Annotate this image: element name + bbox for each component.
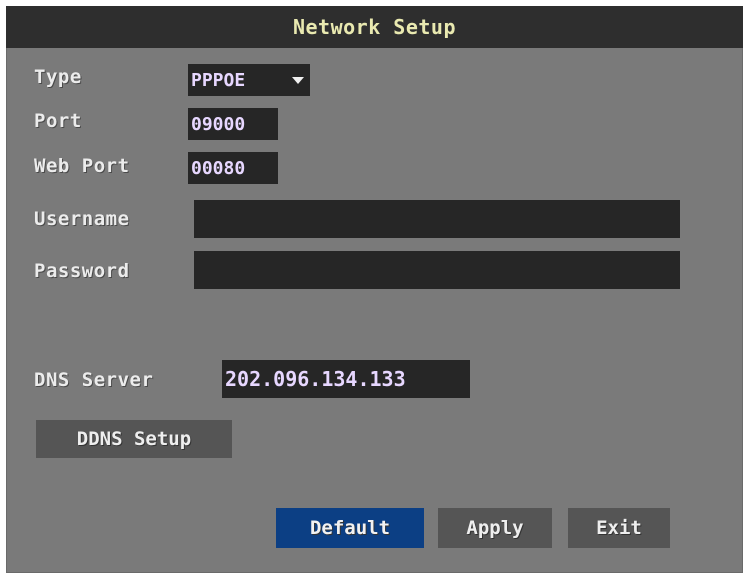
apply-button[interactable]: Apply bbox=[438, 508, 552, 548]
default-button[interactable]: Default bbox=[276, 508, 424, 548]
type-label: Type bbox=[34, 66, 82, 88]
password-label: Password bbox=[34, 260, 130, 282]
network-setup-dialog: Network Setup Type PPPOE Port 09000 Web … bbox=[6, 6, 743, 573]
ddns-setup-button[interactable]: DDNS Setup bbox=[36, 420, 232, 458]
username-label: Username bbox=[34, 208, 130, 230]
dialog-title: Network Setup bbox=[292, 15, 457, 39]
chevron-down-icon[interactable] bbox=[292, 77, 304, 84]
port-input[interactable]: 09000 bbox=[188, 108, 278, 140]
type-select[interactable]: PPPOE bbox=[188, 64, 310, 96]
type-select-value: PPPOE bbox=[191, 69, 246, 91]
exit-button[interactable]: Exit bbox=[568, 508, 670, 548]
web-port-label: Web Port bbox=[34, 155, 130, 177]
title-bar: Network Setup bbox=[6, 6, 743, 48]
port-label: Port bbox=[34, 110, 82, 132]
port-value: 09000 bbox=[191, 113, 246, 135]
dns-server-input[interactable]: 202.096.134.133 bbox=[222, 360, 470, 398]
web-port-input[interactable]: 00080 bbox=[188, 152, 278, 184]
password-input[interactable] bbox=[194, 251, 680, 289]
username-input[interactable] bbox=[194, 200, 680, 238]
web-port-value: 00080 bbox=[191, 157, 246, 179]
dns-server-value: 202.096.134.133 bbox=[225, 367, 406, 391]
dns-server-label: DNS Server bbox=[34, 369, 154, 391]
